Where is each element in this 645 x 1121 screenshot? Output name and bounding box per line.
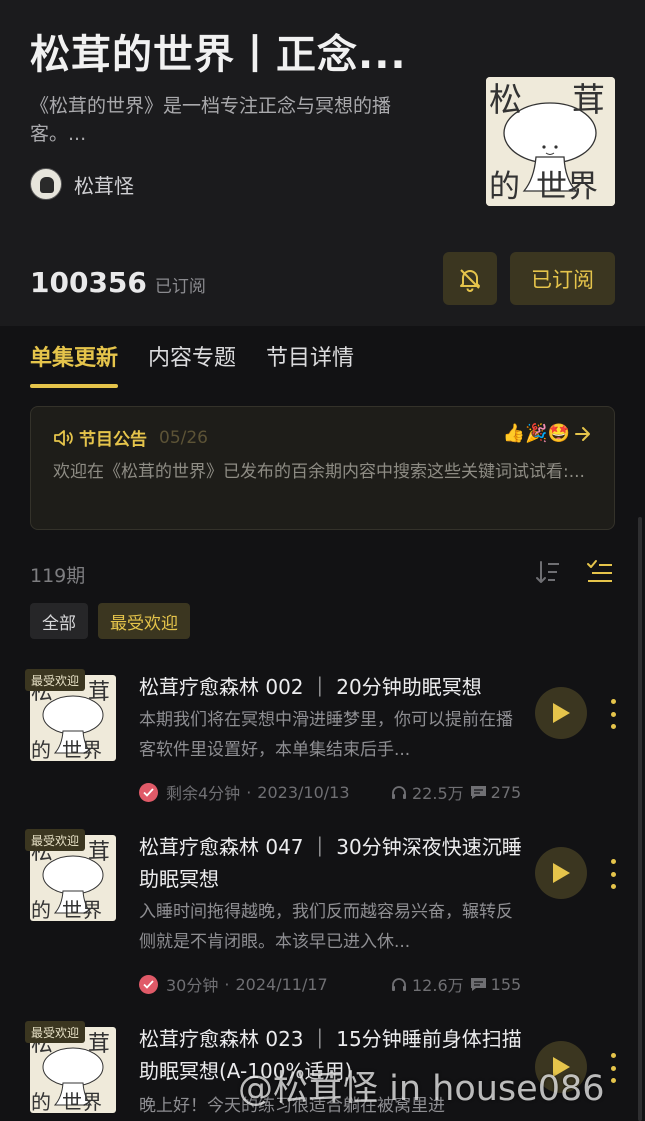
ep-cover-char-2: 茸: [88, 680, 110, 705]
play-button[interactable]: [535, 847, 587, 899]
episode-title[interactable]: 松茸疗愈森林 047 ｜ 30分钟深夜快速沉睡助眠冥想: [139, 831, 524, 895]
announcement-date: 05/26: [159, 427, 208, 448]
announcement-title: 节目公告: [79, 430, 147, 450]
episode-item[interactable]: 松 茸 的 世界 最受欢迎 松茸疗愈森林 047 ｜ 30分钟深夜快速沉睡助眠冥…: [0, 829, 645, 1009]
comment-icon: [470, 785, 486, 799]
arrow-right-icon: [575, 426, 590, 441]
episode-meta: 30分钟 · 2024/11/17: [139, 972, 328, 996]
episode-title[interactable]: 松茸疗愈森林 002 ｜ 20分钟助眠冥想: [139, 671, 524, 703]
headphones-icon: [392, 786, 406, 799]
episode-date: 2023/10/13: [257, 782, 350, 802]
cover-char-1: 松: [489, 80, 522, 119]
played-check-icon: [139, 974, 158, 994]
play-button[interactable]: [535, 687, 587, 739]
ep-cover-char-3: 的: [31, 738, 51, 761]
more-options-button[interactable]: [606, 699, 620, 729]
headphones-icon: [392, 978, 406, 991]
content-tabs: 单集更新 内容专题 节目详情: [30, 340, 384, 390]
subscriber-label: 已订阅: [154, 277, 206, 297]
episode-meta: 剩余4分钟 · 2023/10/13: [139, 780, 350, 804]
play-count: 12.6万: [412, 976, 464, 995]
filter-all[interactable]: 全部: [30, 603, 88, 639]
ep-cover-char-4: 世界: [62, 898, 102, 921]
tab-details[interactable]: 节目详情: [266, 340, 354, 390]
speaker-icon: [54, 429, 73, 446]
comment-count: 155: [490, 974, 522, 994]
subscriber-count: 100356: [30, 266, 147, 299]
filter-popular[interactable]: 最受欢迎: [98, 603, 190, 639]
played-check-icon: [139, 782, 158, 802]
tab-episodes[interactable]: 单集更新: [30, 340, 119, 390]
play-icon: [553, 703, 570, 723]
ep-cover-char-2: 茸: [88, 1032, 110, 1057]
podcast-title: 松茸的世界丨正念...: [30, 32, 407, 78]
ep-cover-char-3: 的: [31, 898, 51, 921]
sort-icon: [536, 561, 559, 583]
checklist-icon: [587, 560, 612, 582]
tab-topics[interactable]: 内容专题: [148, 340, 236, 390]
ep-cover-char-4: 世界: [62, 1090, 102, 1113]
popular-badge: 最受欢迎: [25, 1021, 86, 1043]
popular-badge: 最受欢迎: [25, 669, 86, 691]
author-name[interactable]: 松茸怪: [74, 170, 134, 199]
emoji-reactions: 👍🎉🤩: [502, 423, 570, 444]
cover-char-2: 茸: [572, 80, 605, 119]
ep-cover-char-4: 世界: [62, 738, 102, 761]
podcast-description[interactable]: 《松茸的世界》是一档专注正念与冥想的播客。...: [30, 92, 430, 148]
author-avatar[interactable]: [30, 168, 62, 200]
episode-progress: 剩余4分钟: [166, 784, 241, 803]
announcement-header: 节目公告 05/26: [53, 425, 208, 450]
author[interactable]: 松茸怪: [30, 168, 134, 200]
comment-count: 275: [490, 782, 522, 802]
episode-date: 2024/11/17: [235, 974, 328, 994]
watermark: @松茸怪 in house086: [238, 1069, 605, 1109]
episode-item[interactable]: 松 茸 的 世界 最受欢迎 松茸疗愈森林 002 ｜ 20分钟助眠冥想 本期我们…: [0, 669, 645, 849]
episode-count: 119期: [30, 565, 86, 587]
play-icon: [553, 863, 570, 883]
more-options-button[interactable]: [606, 1053, 620, 1083]
ep-cover-char-3: 的: [31, 1090, 51, 1113]
announcement-reactions: 👍🎉🤩: [503, 423, 592, 444]
podcast-cover[interactable]: 松 茸 的 世界: [486, 77, 615, 206]
ep-cover-char-2: 茸: [88, 840, 110, 865]
subscriber-stats: 100356 已订阅: [30, 266, 206, 299]
play-count: 22.5万: [412, 784, 464, 803]
comment-icon: [470, 977, 486, 991]
cover-char-4: 世界: [536, 169, 598, 205]
more-options-button[interactable]: [606, 859, 620, 889]
played-filter-button[interactable]: [586, 558, 614, 590]
episode-duration: 30分钟: [166, 976, 219, 995]
announcement-card[interactable]: 节目公告 05/26 👍🎉🤩 欢迎在《松茸的世界》已发布的百余期内容中搜索这些关…: [30, 406, 615, 530]
bell-icon: [460, 268, 480, 292]
subscribe-button[interactable]: 已订阅: [510, 252, 615, 305]
announcement-text: 欢迎在《松茸的世界》已发布的百余期内容中搜索这些关键词试试看:...: [53, 462, 585, 482]
episode-summary[interactable]: 入睡时间拖得越晚，我们反而越容易兴奋，辗转反侧就是不肯闭眼。本该早已进入休...: [139, 897, 514, 957]
episode-summary[interactable]: 本期我们将在冥想中滑进睡梦里，你可以提前在播客软件里设置好，本单集结束后手...: [139, 705, 514, 765]
notification-button[interactable]: [443, 252, 497, 305]
episode-stats: 22.5万 275: [390, 780, 521, 804]
popular-badge: 最受欢迎: [25, 829, 86, 851]
cover-char-3: 的: [489, 169, 520, 205]
episode-stats: 12.6万 155: [390, 972, 521, 996]
sort-button[interactable]: [535, 558, 561, 590]
podcast-header: 松茸的世界丨正念... 《松茸的世界》是一档专注正念与冥想的播客。... 松茸怪…: [0, 0, 645, 326]
